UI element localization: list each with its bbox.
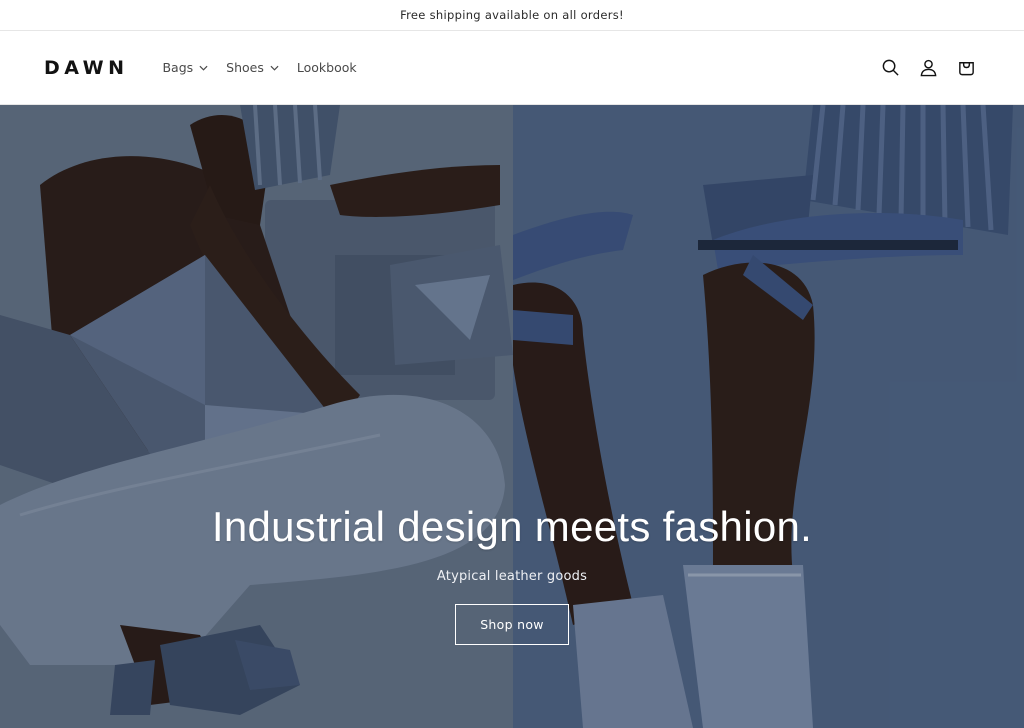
- nav-item-label: Lookbook: [296, 60, 357, 75]
- nav-item-lookbook[interactable]: Lookbook: [297, 60, 357, 75]
- nav-item-label: Bags: [162, 60, 194, 75]
- hero-title: Industrial design meets fashion.: [211, 503, 813, 550]
- hero-content: Industrial design meets fashion. Atypica…: [0, 503, 1024, 645]
- nav-item-bags[interactable]: Bags: [162, 60, 208, 75]
- main-nav: Bags Shoes Lookbook: [162, 60, 356, 75]
- store-logo[interactable]: DAWN: [44, 57, 128, 79]
- nav-item-label: Shoes: [226, 60, 264, 75]
- shop-now-button[interactable]: Shop now: [455, 604, 569, 645]
- chevron-down-icon: [270, 65, 279, 71]
- storefront-page: Free shipping available on all orders! D…: [0, 0, 1024, 728]
- search-icon[interactable]: [880, 58, 900, 78]
- nav-item-shoes[interactable]: Shoes: [226, 60, 279, 75]
- cart-icon[interactable]: [956, 58, 976, 78]
- site-header: DAWN Bags Shoes Lookbook: [0, 31, 1024, 105]
- announcement-bar: Free shipping available on all orders!: [0, 0, 1024, 31]
- hero-subtitle: Atypical leather goods: [436, 569, 588, 584]
- header-icons: [880, 58, 976, 78]
- hero-banner: Industrial design meets fashion. Atypica…: [0, 105, 1024, 728]
- account-icon[interactable]: [918, 58, 938, 78]
- announcement-text: Free shipping available on all orders!: [400, 8, 624, 22]
- chevron-down-icon: [199, 65, 208, 71]
